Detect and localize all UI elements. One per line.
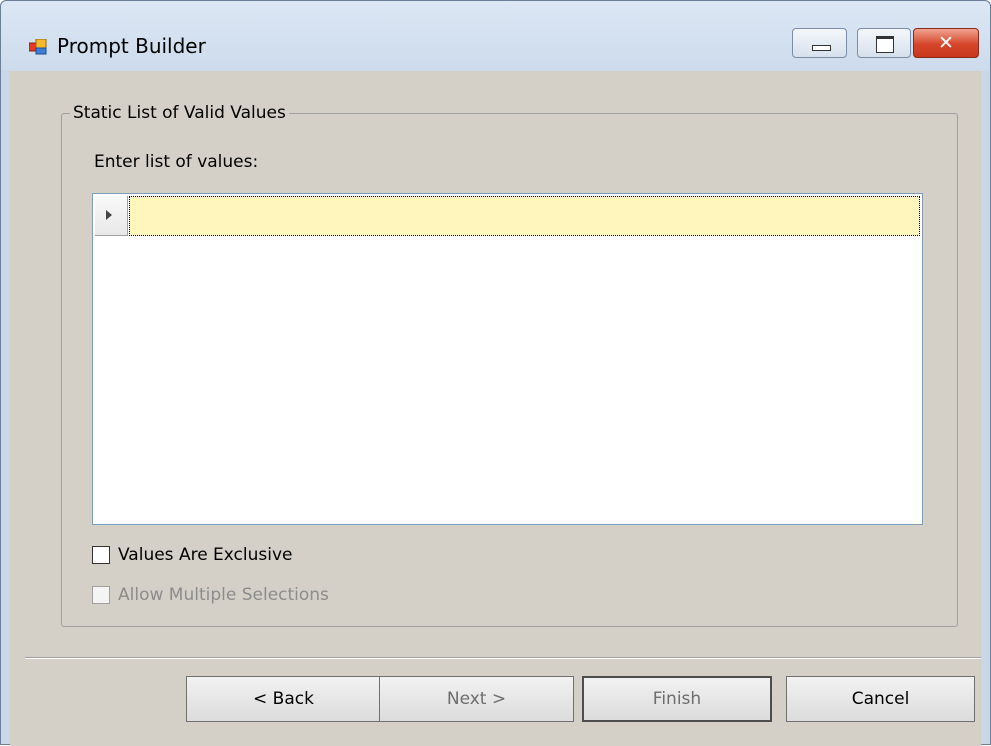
app-window-icon [29, 39, 47, 55]
prompt-builder-window: Prompt Builder ✕ Static List of Valid Va… [0, 0, 991, 746]
close-icon: ✕ [938, 32, 954, 54]
dialog-client-area: Static List of Valid Values Enter list o… [10, 71, 981, 746]
values-grid[interactable] [92, 193, 923, 525]
row-pointer-icon [106, 210, 112, 220]
minimize-button[interactable] [792, 28, 847, 58]
groupbox-title: Static List of Valid Values [70, 101, 289, 125]
allow-multiple-label: Allow Multiple Selections [118, 585, 329, 605]
values-exclusive-checkbox[interactable] [92, 546, 110, 564]
maximize-button[interactable] [857, 28, 911, 58]
title-bar[interactable]: Prompt Builder ✕ [1, 1, 990, 71]
close-button[interactable]: ✕ [913, 28, 979, 58]
cancel-button[interactable]: Cancel [786, 676, 975, 722]
back-button[interactable]: < Back [186, 676, 381, 722]
value-cell[interactable] [129, 196, 920, 236]
footer-separator [25, 657, 981, 659]
values-exclusive-label[interactable]: Values Are Exclusive [118, 543, 293, 567]
finish-button[interactable]: Finish [582, 676, 772, 722]
window-title: Prompt Builder [57, 34, 206, 58]
row-header[interactable] [95, 196, 128, 236]
enter-values-label: Enter list of values: [94, 152, 259, 172]
maximize-icon [876, 36, 894, 53]
minimize-icon [812, 45, 831, 51]
allow-multiple-checkbox [92, 586, 110, 604]
next-button[interactable]: Next > [379, 676, 574, 722]
